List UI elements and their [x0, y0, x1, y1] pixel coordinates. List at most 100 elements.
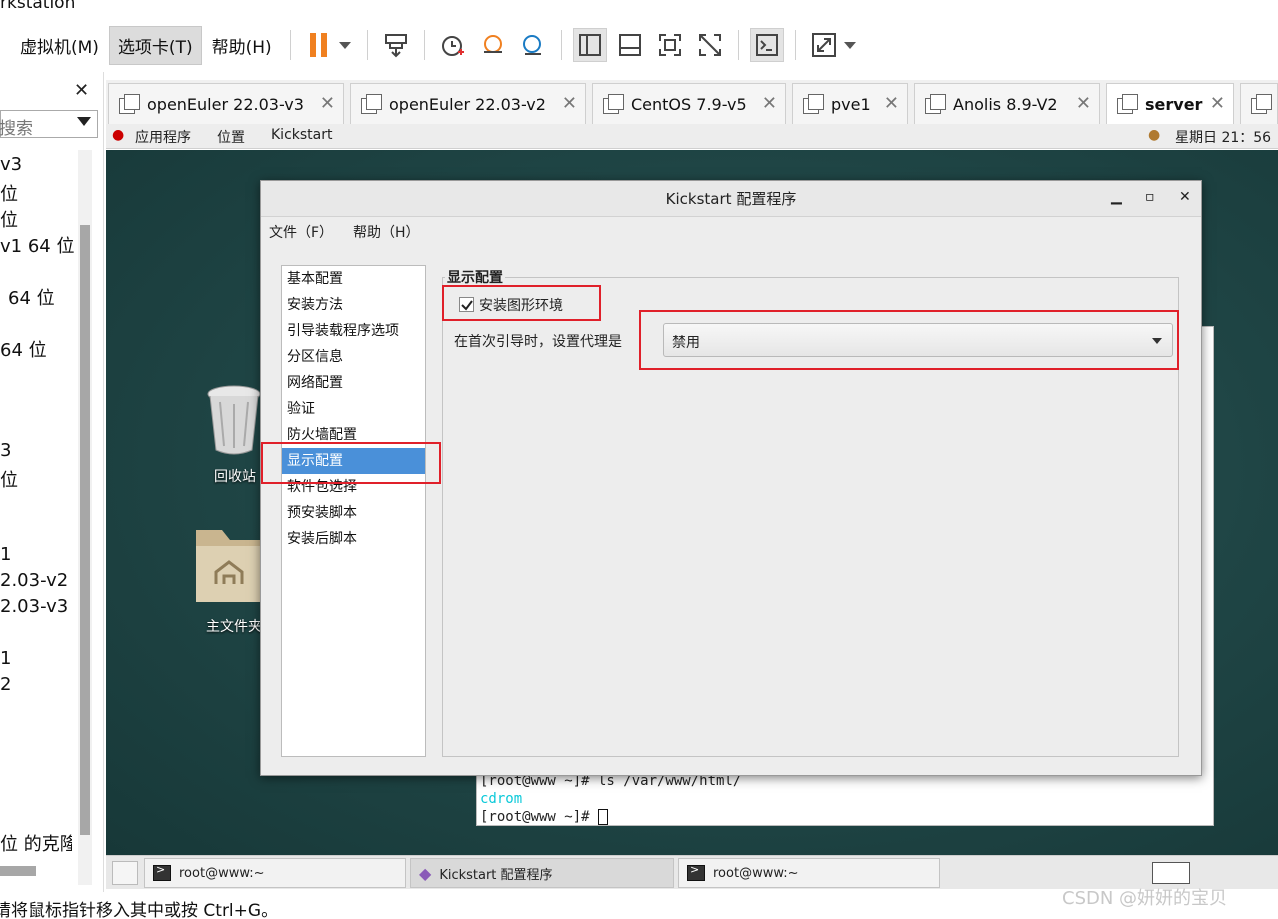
- active-app-menu[interactable]: Kickstart: [271, 127, 332, 143]
- library-search-input[interactable]: 搜索: [0, 110, 98, 139]
- nav-item-post-script[interactable]: 安装后脚本: [282, 526, 425, 552]
- search-placeholder: 搜索: [0, 119, 33, 139]
- tab-pve1[interactable]: pve1 ✕: [792, 83, 908, 124]
- close-icon[interactable]: ✕: [320, 93, 335, 114]
- vm-tab-bar: openEuler 22.03-v3 ✕ openEuler 22.03-v2 …: [106, 80, 1278, 124]
- task-label: Kickstart 配置程序: [439, 867, 553, 883]
- watermark: CSDN @妍妍的宝贝: [1062, 888, 1228, 909]
- menu-tabs[interactable]: 选项卡(T): [108, 25, 202, 65]
- close-icon[interactable]: ✕: [1076, 93, 1091, 114]
- close-icon[interactable]: ✕: [562, 93, 577, 114]
- tab-anolis[interactable]: Anolis 8.9-V2 ✕: [914, 83, 1100, 124]
- library-item[interactable]: 1: [0, 544, 11, 565]
- snapshot-manager-icon[interactable]: [516, 28, 550, 62]
- home-folder-icon[interactable]: [194, 526, 264, 606]
- library-item[interactable]: 位: [0, 180, 18, 206]
- tab-server[interactable]: server ✕: [1106, 83, 1234, 124]
- toolbar-divider: [423, 30, 425, 60]
- task-kickstart[interactable]: ◆ Kickstart 配置程序: [410, 858, 674, 888]
- terminal-prompt[interactable]: [root@www ~]#: [480, 808, 741, 826]
- chevron-down-icon[interactable]: [843, 41, 856, 49]
- vm-running-icon: [1117, 94, 1138, 114]
- menu-help[interactable]: 帮助(H): [204, 27, 280, 64]
- sidebar-toggle-icon[interactable]: [572, 28, 607, 62]
- library-scrollbar-thumb[interactable]: [80, 225, 90, 835]
- nav-item-network[interactable]: 网络配置: [282, 370, 425, 396]
- tab-openeuler-v2[interactable]: openEuler 22.03-v2 ✕: [350, 83, 586, 124]
- library-hscrollbar-thumb[interactable]: [0, 866, 36, 876]
- thumbnail-bar-icon[interactable]: [613, 28, 647, 62]
- maximize-icon[interactable]: ▫: [1145, 189, 1155, 205]
- dialog-title: Kickstart 配置程序: [261, 181, 1201, 217]
- library-item[interactable]: 2: [0, 674, 11, 695]
- send-keys-icon[interactable]: [379, 28, 413, 62]
- main-toolbar: 虚拟机(M) 选项卡(T) 帮助(H): [0, 22, 1278, 68]
- library-item[interactable]: 3: [0, 440, 11, 461]
- task-terminal-2[interactable]: root@www:~: [678, 858, 940, 888]
- library-item[interactable]: 64 位: [8, 284, 55, 310]
- dialog-menubar: 文件（F） 帮助（H）: [261, 217, 1201, 245]
- vm-icon: [119, 94, 140, 114]
- library-item[interactable]: 位: [0, 206, 18, 232]
- nav-item-auth[interactable]: 验证: [282, 396, 425, 422]
- home-folder-label: 主文件夹: [206, 619, 262, 635]
- toolbar-divider: [794, 30, 796, 60]
- close-icon[interactable]: ✕: [762, 93, 777, 114]
- nav-item-pre-script[interactable]: 预安装脚本: [282, 500, 425, 526]
- show-desktop-icon[interactable]: [112, 861, 138, 885]
- task-label: root@www:~: [713, 865, 799, 881]
- task-label: root@www:~: [179, 865, 265, 881]
- menu-file[interactable]: 文件（F）: [269, 222, 333, 242]
- fullscreen-icon[interactable]: [653, 28, 687, 62]
- window-title: rkstation: [0, 0, 76, 13]
- tab-overflow[interactable]: [1240, 83, 1278, 124]
- unity-mode-icon[interactable]: [693, 28, 727, 62]
- menu-vm[interactable]: 虚拟机(M): [12, 27, 107, 64]
- tab-label: server: [1145, 94, 1203, 114]
- user-icon[interactable]: ●: [1148, 127, 1160, 143]
- status-text: 请将鼠标指针移入其中或按 Ctrl+G。: [0, 901, 279, 919]
- library-item[interactable]: 位: [0, 466, 18, 492]
- revert-snapshot-icon[interactable]: [476, 28, 510, 62]
- tab-label: pve1: [831, 94, 871, 114]
- workspace-switcher[interactable]: [1152, 862, 1190, 884]
- kickstart-icon: ◆: [419, 863, 432, 883]
- nav-item-partition[interactable]: 分区信息: [282, 344, 425, 370]
- chevron-down-icon[interactable]: [77, 117, 91, 126]
- console-view-icon[interactable]: [749, 28, 784, 62]
- nav-item-basic[interactable]: 基本配置: [282, 266, 425, 292]
- library-item[interactable]: 2.03-v3: [0, 596, 68, 617]
- places-menu[interactable]: 位置: [217, 127, 245, 147]
- vm-icon: [361, 94, 382, 114]
- library-item[interactable]: 1: [0, 648, 11, 669]
- close-icon[interactable]: ✕: [884, 93, 899, 114]
- clock[interactable]: 星期日 21：56: [1175, 127, 1271, 147]
- library-item[interactable]: 位 的克隆: [0, 830, 72, 856]
- vm-icon: [803, 94, 824, 114]
- nav-item-install-method[interactable]: 安装方法: [282, 292, 425, 318]
- stretch-icon[interactable]: [807, 28, 841, 62]
- toolbar-divider: [737, 30, 739, 60]
- applications-menu[interactable]: 应用程序: [135, 127, 191, 147]
- trash-icon[interactable]: [202, 382, 266, 456]
- close-icon[interactable]: ✕: [74, 80, 89, 101]
- terminal-line: cdrom: [480, 791, 523, 807]
- nav-item-bootloader[interactable]: 引导装载程序选项: [282, 318, 425, 344]
- minimize-icon[interactable]: ▁: [1111, 189, 1122, 205]
- close-icon[interactable]: ✕: [1210, 93, 1225, 114]
- menu-help[interactable]: 帮助（H）: [353, 222, 420, 242]
- snapshot-icon[interactable]: [436, 28, 470, 62]
- tab-centos[interactable]: CentOS 7.9-v5 ✕: [592, 83, 786, 124]
- pause-icon[interactable]: [302, 28, 336, 62]
- toolbar-divider: [289, 30, 291, 60]
- toolbar-divider: [366, 30, 368, 60]
- task-terminal[interactable]: root@www:~: [144, 858, 406, 888]
- library-item[interactable]: 2.03-v2: [0, 570, 68, 591]
- library-item[interactable]: v1 64 位: [0, 232, 74, 258]
- tab-openeuler-v3[interactable]: openEuler 22.03-v3 ✕: [108, 83, 344, 124]
- close-icon[interactable]: ✕: [1179, 189, 1191, 205]
- library-item[interactable]: v3: [0, 154, 22, 175]
- toolbar-divider: [560, 30, 562, 60]
- library-item[interactable]: 64 位: [0, 336, 47, 362]
- chevron-down-icon[interactable]: [338, 41, 351, 49]
